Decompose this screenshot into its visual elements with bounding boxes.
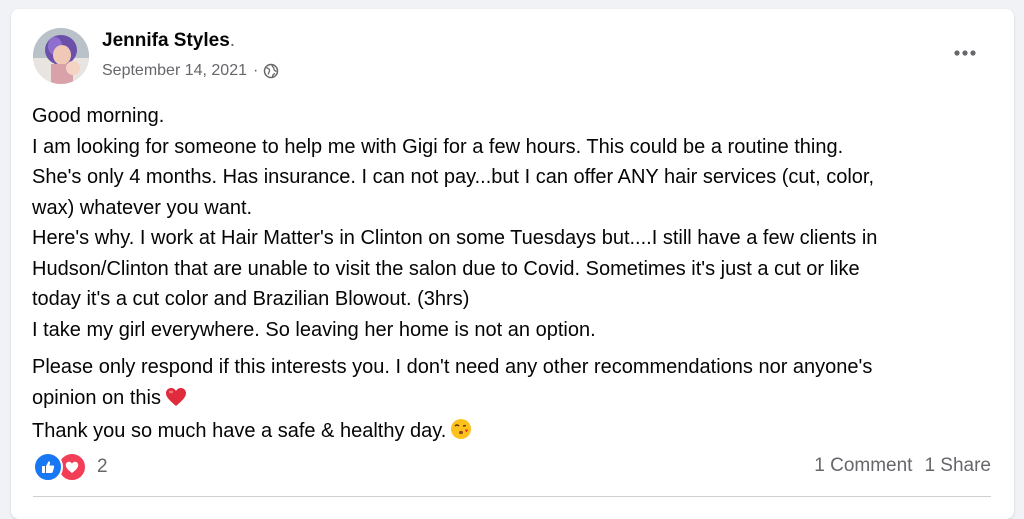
author-name-suffix: . (229, 30, 236, 51)
author-name[interactable]: Jennifa Styles. (102, 30, 235, 52)
shares-count-link[interactable]: 1 Share (924, 455, 991, 477)
profile-photo (33, 28, 89, 84)
post-meta: September 14, 2021 · (102, 62, 279, 80)
red-heart-emoji (165, 386, 187, 417)
post-text-line: I am looking for someone to help me with… (32, 135, 844, 158)
globe-icon[interactable] (263, 63, 279, 79)
post-text-line-with-emoji: Thank you so much have a safe & healthy … (32, 416, 992, 450)
post-text-line: Here's why. I work at Hair Matter's in C… (32, 227, 878, 249)
post-text-line: Please only respond if this interests yo… (32, 356, 873, 378)
post-text-line: Thank you so much have a safe & healthy … (32, 420, 447, 442)
post-text-line: today it's a cut color and Brazilian Blo… (32, 288, 470, 310)
author-name-text[interactable]: Jennifa Styles (102, 30, 230, 51)
post-text-line: She's only 4 months. Has insurance. I ca… (32, 166, 875, 188)
meta-separator: · (253, 62, 259, 79)
post-text-line: opinion on this (32, 386, 161, 409)
action-bar-divider (33, 496, 991, 497)
reactions-summary[interactable]: 2 (33, 452, 108, 482)
post-text-line: Hudson/Clinton that are unable to visit … (32, 257, 860, 280)
post-text: Good morning. I am looking for someone t… (32, 101, 992, 450)
reaction-count[interactable]: 2 (97, 456, 108, 478)
engagement-stats: 1 Comment 1 Share (814, 455, 991, 477)
post-text-line: wax) whatever you want. (32, 196, 253, 219)
post-text-line-with-emoji: opinion on this (32, 383, 992, 417)
face-blowing-kiss-emoji (450, 418, 472, 450)
comments-count-link[interactable]: 1 Comment (814, 455, 912, 477)
post-card: Jennifa Styles. September 14, 2021 · Goo… (11, 9, 1014, 519)
more-options-icon (954, 50, 976, 56)
author-avatar[interactable] (33, 28, 89, 84)
post-text-line: Good morning. (32, 105, 165, 127)
more-options-button[interactable] (947, 38, 983, 68)
post-text-line: I take my girl everywhere. So leaving he… (32, 318, 596, 341)
post-date[interactable]: September 14, 2021 (102, 62, 247, 80)
like-reaction-icon (33, 452, 63, 482)
